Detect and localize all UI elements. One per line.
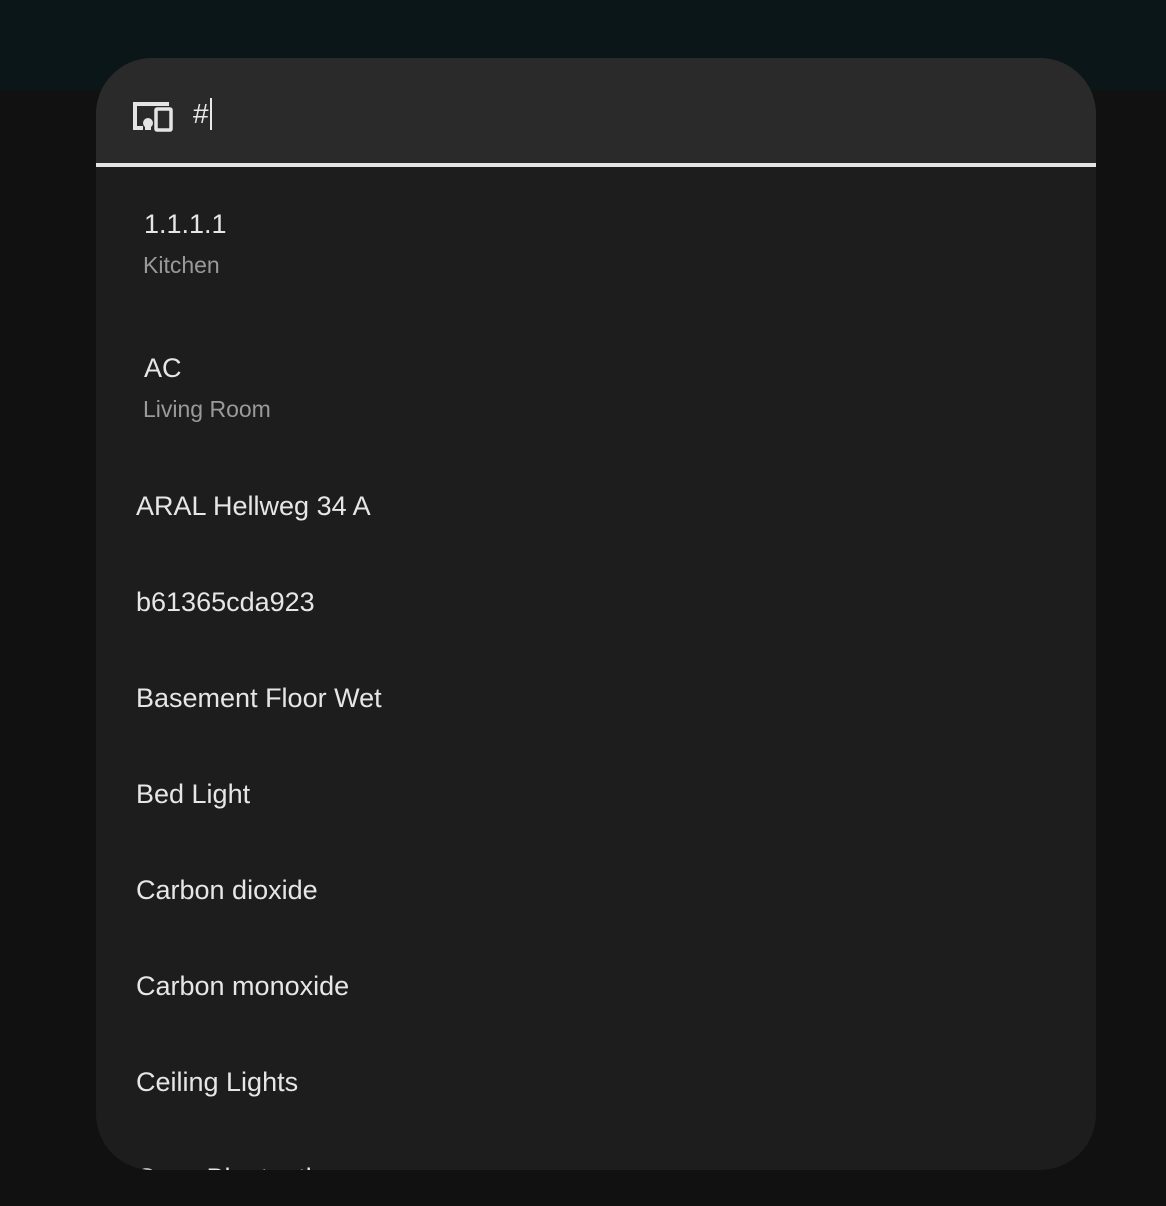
search-row[interactable]: # [96,58,1096,167]
list-item-label: Ceiling Lights [136,1067,299,1097]
list-item[interactable]: b61365cda923 [96,555,1096,651]
list-item[interactable]: Carbon monoxide [96,939,1096,1035]
list-item[interactable]: Basement Floor Wet [96,651,1096,747]
list-item[interactable]: Carbon dioxide [96,843,1096,939]
list-item-label: ARAL Hellweg 34 A [136,491,371,521]
search-query: # [193,98,209,129]
list-item-label: AC [144,353,182,383]
list-item-label: Bed Light [136,779,251,809]
list-item-label: Carbon monoxide [136,971,350,1001]
list-item[interactable]: AC Living Room [96,315,1096,459]
list-item-label: Basement Floor Wet [136,683,382,713]
quick-bar-dialog: # 1.1.1.1 Kitchen AC Living Room ARAL He… [96,58,1096,1170]
list-item[interactable]: Ceiling Lights [96,1035,1096,1131]
devices-icon [129,98,175,132]
search-input[interactable]: # [193,96,212,132]
list-item[interactable]: ARAL Hellweg 34 A [96,459,1096,555]
list-item-area: Kitchen [143,252,220,278]
list-item[interactable]: Cave Bluetooth [96,1131,1096,1170]
list-item-label: 1.1.1.1 [144,209,227,239]
list-item-label: Cave Bluetooth [136,1161,321,1170]
list-item-label: b61365cda923 [136,587,315,617]
list-item-area: Living Room [143,396,271,422]
list-item[interactable]: 1.1.1.1 Kitchen [96,171,1096,315]
list-item-label: Carbon dioxide [136,875,318,905]
text-caret [209,98,212,130]
list-item[interactable]: Bed Light [96,747,1096,843]
